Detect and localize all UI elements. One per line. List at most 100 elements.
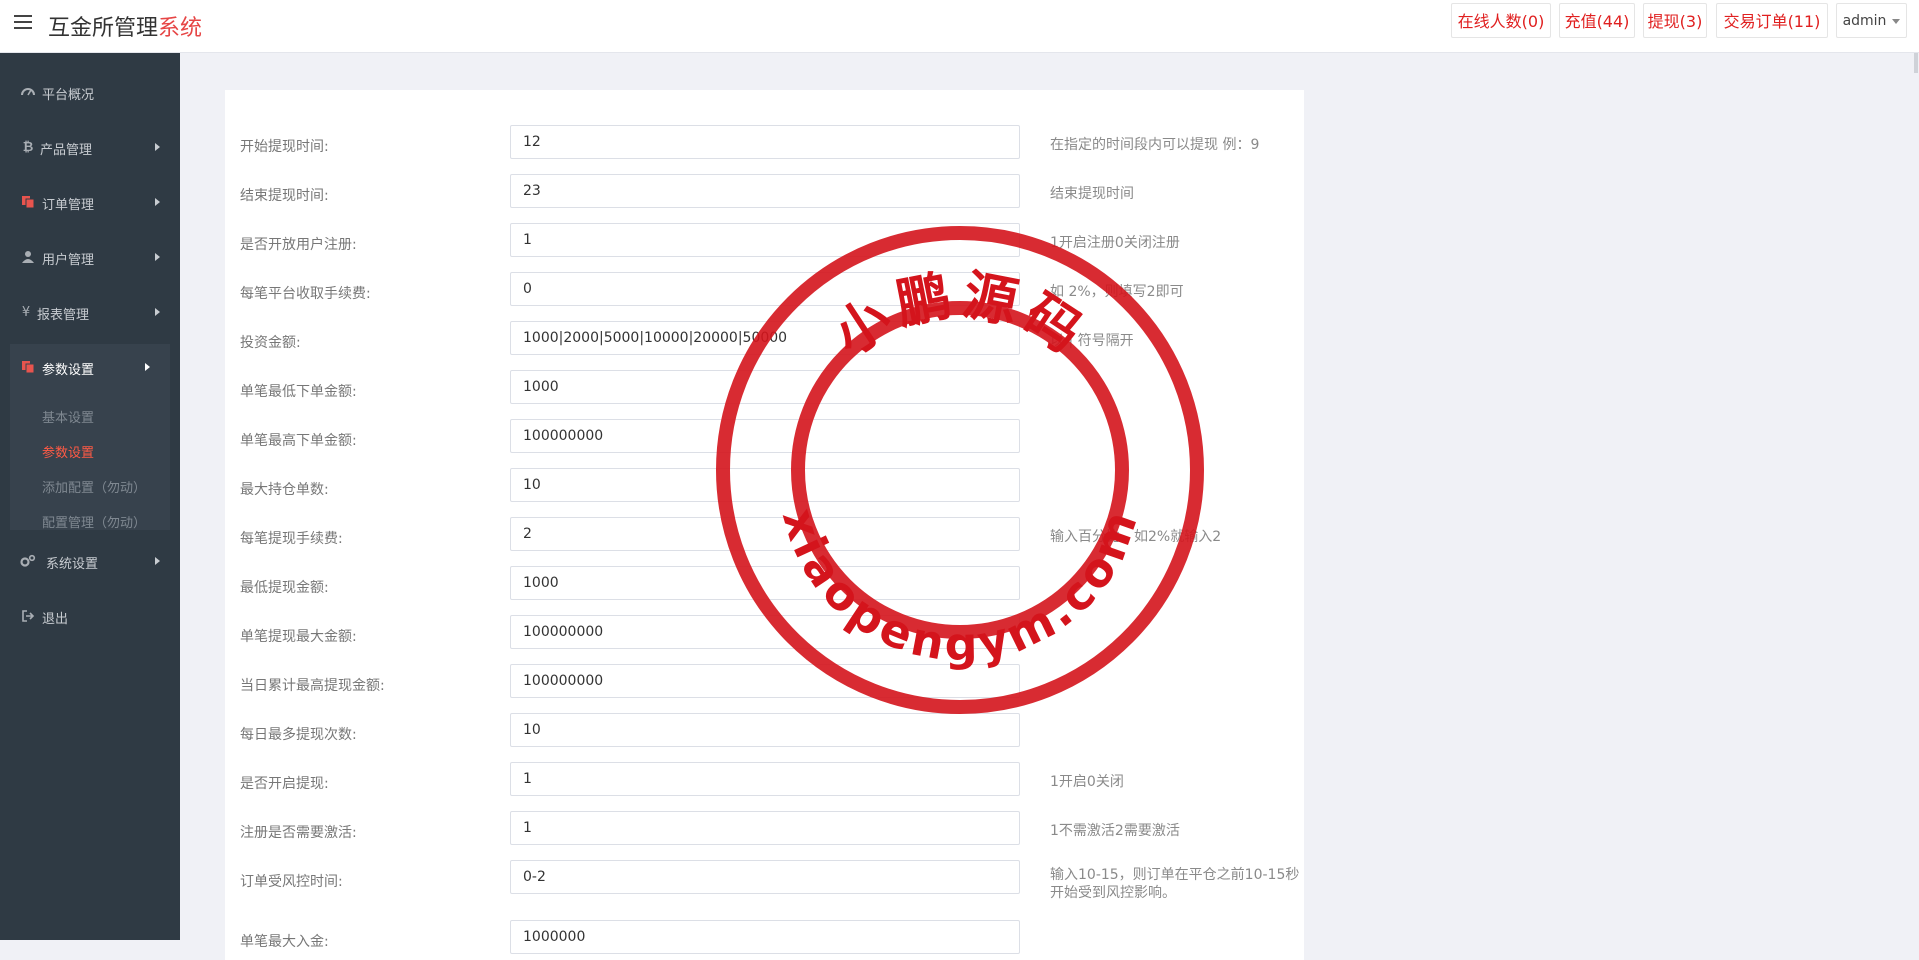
sidebar-item-system[interactable]: 系统设置 bbox=[0, 542, 180, 582]
sidebar-item-reports[interactable]: ¥ 报表管理 bbox=[0, 293, 180, 333]
max-deposit-input[interactable] bbox=[510, 920, 1020, 954]
field-label: 是否开启提现: bbox=[240, 776, 329, 792]
field-label: 最大持仓单数: bbox=[240, 482, 329, 498]
form-row-withdraw-fee: 每笔提现手续费: 输入百分比，如2%就输入2 bbox=[225, 517, 1304, 553]
open-register-input[interactable] bbox=[510, 223, 1020, 257]
withdraw-end-time-input[interactable] bbox=[510, 174, 1020, 208]
sidebar-item-label: 报表管理 bbox=[37, 308, 90, 323]
menu-toggle-icon[interactable] bbox=[14, 15, 32, 31]
copy-icon bbox=[20, 195, 36, 211]
max-order-amount-input[interactable] bbox=[510, 419, 1020, 453]
user-menu-button[interactable]: admin bbox=[1836, 3, 1907, 38]
daily-max-withdraw-input[interactable] bbox=[510, 664, 1020, 698]
withdraw-fee-input[interactable] bbox=[510, 517, 1020, 551]
dashboard-icon bbox=[20, 85, 36, 101]
bitcoin-icon: ₿ bbox=[22, 140, 34, 155]
trade-orders-button[interactable]: 交易订单(11) bbox=[1716, 3, 1828, 38]
enable-withdraw-input[interactable] bbox=[510, 762, 1020, 796]
field-label: 订单受风控时间: bbox=[240, 874, 343, 890]
max-withdraw-input[interactable] bbox=[510, 615, 1020, 649]
field-hint: 如 2%，则填写2即可 bbox=[1050, 284, 1184, 300]
app-title-main: 互金所管理 bbox=[48, 16, 159, 41]
copy-icon bbox=[20, 360, 36, 376]
field-hint: 1不需激活2需要激活 bbox=[1050, 823, 1180, 839]
field-label: 每笔提现手续费: bbox=[240, 531, 343, 547]
user-name: admin bbox=[1842, 13, 1887, 29]
field-hint: 1开启注册0关闭注册 bbox=[1050, 235, 1180, 251]
page-scrollbar[interactable] bbox=[1913, 53, 1919, 940]
min-withdraw-input[interactable] bbox=[510, 566, 1020, 600]
form-row-register-activation: 注册是否需要激活: 1不需激活2需要激活 bbox=[225, 811, 1304, 847]
form-row-daily-withdraw-count: 每日最多提现次数: bbox=[225, 713, 1304, 749]
form-row-max-positions: 最大持仓单数: bbox=[225, 468, 1304, 504]
field-label: 投资金额: bbox=[240, 335, 301, 351]
field-label: 结束提现时间: bbox=[240, 188, 329, 204]
form-row-min-withdraw: 最低提现金额: bbox=[225, 566, 1304, 602]
sidebar-item-products[interactable]: ₿ 产品管理 bbox=[0, 128, 180, 168]
chevron-right-icon bbox=[155, 143, 160, 151]
withdraw-button[interactable]: 提现(3) bbox=[1643, 3, 1707, 38]
field-hint: 在指定的时间段内可以提现 例：9 bbox=[1050, 137, 1260, 153]
sidebar-subitem-basic[interactable]: 基本设置 bbox=[42, 407, 94, 426]
field-hint: 输入百分比，如2%就输入2 bbox=[1050, 529, 1222, 545]
field-label: 开始提现时间: bbox=[240, 139, 329, 155]
field-label: 当日累计最高提现金额: bbox=[240, 678, 385, 694]
field-label: 单笔最大入金: bbox=[240, 934, 329, 950]
chevron-right-icon bbox=[155, 308, 160, 316]
chevron-right-icon bbox=[145, 363, 150, 371]
user-icon bbox=[20, 250, 36, 266]
chevron-down-icon bbox=[1892, 18, 1901, 24]
sidebar-subitem-add-config[interactable]: 添加配置（勿动） bbox=[42, 477, 146, 496]
cogs-icon bbox=[20, 554, 36, 570]
settings-form-panel: 开始提现时间: 在指定的时间段内可以提现 例：9 结束提现时间: 结束提现时间 … bbox=[225, 90, 1304, 960]
field-hint: 以 | 符号隔开 bbox=[1050, 333, 1134, 349]
sidebar-item-label: 平台概况 bbox=[42, 88, 95, 103]
field-hint: 1开启0关闭 bbox=[1050, 774, 1124, 790]
invest-amount-input[interactable] bbox=[510, 321, 1020, 355]
sidebar-item-label: 退出 bbox=[42, 612, 69, 627]
form-row-enable-withdraw: 是否开启提现: 1开启0关闭 bbox=[225, 762, 1304, 798]
form-row-invest-amount: 投资金额: 以 | 符号隔开 bbox=[225, 321, 1304, 357]
sidebar-item-orders[interactable]: 订单管理 bbox=[0, 183, 180, 223]
sidebar-item-users[interactable]: 用户管理 bbox=[0, 238, 180, 278]
register-activation-input[interactable] bbox=[510, 811, 1020, 845]
field-label: 单笔最高下单金额: bbox=[240, 433, 357, 449]
sidebar: 平台概况 ₿ 产品管理 订单管理 用户管理 ¥ 报表管理 参数设置 基本设置 参… bbox=[0, 53, 180, 940]
field-label: 最低提现金额: bbox=[240, 580, 329, 596]
app-title-accent: 系统 bbox=[158, 16, 203, 41]
recharge-button[interactable]: 充值(44) bbox=[1559, 3, 1635, 38]
field-hint: 输入10-15，则订单在平仓之前10-15秒开始受到风控影响。 bbox=[1050, 867, 1300, 901]
sidebar-subitem-config-manage[interactable]: 配置管理（勿动） bbox=[42, 512, 146, 531]
sidebar-item-label: 用户管理 bbox=[42, 253, 95, 268]
form-row-min-order: 单笔最低下单金额: bbox=[225, 370, 1304, 406]
risk-control-time-input[interactable] bbox=[510, 860, 1020, 894]
form-row-max-order: 单笔最高下单金额: bbox=[225, 419, 1304, 455]
top-header: 互金所管理系统 在线人数(0) 充值(44) 提现(3) 交易订单(11) ad… bbox=[0, 0, 1919, 53]
form-row-withdraw-start: 开始提现时间: 在指定的时间段内可以提现 例：9 bbox=[225, 125, 1304, 161]
platform-fee-input[interactable] bbox=[510, 272, 1020, 306]
daily-withdraw-count-input[interactable] bbox=[510, 713, 1020, 747]
chevron-right-icon bbox=[155, 253, 160, 261]
field-label: 每日最多提现次数: bbox=[240, 727, 357, 743]
form-row-daily-max-withdraw: 当日累计最高提现金额: bbox=[225, 664, 1304, 700]
online-users-button[interactable]: 在线人数(0) bbox=[1451, 3, 1551, 38]
min-order-amount-input[interactable] bbox=[510, 370, 1020, 404]
sidebar-item-logout[interactable]: 退出 bbox=[0, 597, 180, 637]
sidebar-item-label: 系统设置 bbox=[46, 557, 99, 572]
field-label: 单笔提现最大金额: bbox=[240, 629, 357, 645]
sidebar-subitem-params[interactable]: 参数设置 bbox=[42, 442, 94, 461]
chevron-right-icon bbox=[155, 198, 160, 206]
form-row-risk-control-time: 订单受风控时间: 输入10-15，则订单在平仓之前10-15秒开始受到风控影响。 bbox=[225, 860, 1304, 901]
max-positions-input[interactable] bbox=[510, 468, 1020, 502]
form-row-open-register: 是否开放用户注册: 1开启注册0关闭注册 bbox=[225, 223, 1304, 259]
sidebar-item-label: 订单管理 bbox=[42, 198, 95, 213]
sidebar-group-params: 参数设置 基本设置 参数设置 添加配置（勿动） 配置管理（勿动） bbox=[10, 344, 170, 531]
form-row-max-deposit: 单笔最大入金: bbox=[225, 920, 1304, 956]
sidebar-item-dashboard[interactable]: 平台概况 bbox=[0, 73, 180, 113]
app-title: 互金所管理系统 bbox=[48, 10, 202, 42]
scrollbar-thumb[interactable] bbox=[1914, 53, 1918, 73]
field-hint: 结束提现时间 bbox=[1050, 186, 1134, 202]
withdraw-start-time-input[interactable] bbox=[510, 125, 1020, 159]
chevron-right-icon bbox=[155, 557, 160, 565]
sidebar-item-params[interactable]: 参数设置 bbox=[0, 348, 180, 388]
